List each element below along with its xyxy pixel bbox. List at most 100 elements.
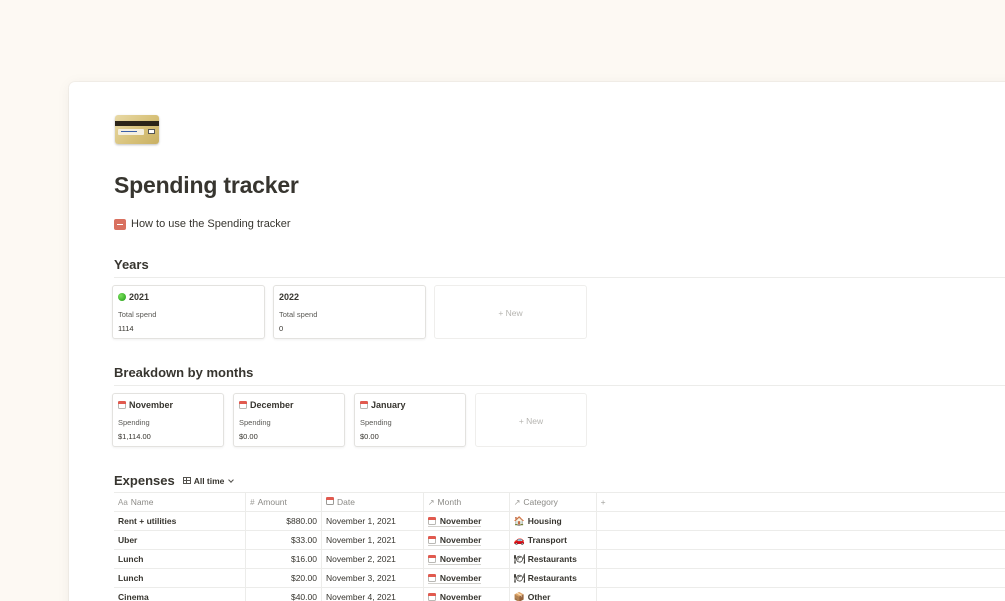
expenses-table: Aa Name # Amount Date ↗ Month ↗ Category + R… bbox=[114, 492, 1005, 601]
month-card-november[interactable]: November Spending $1,114.00 bbox=[112, 393, 224, 447]
cell-amount[interactable]: $20.00 bbox=[245, 568, 322, 588]
cell-name[interactable]: Cinema bbox=[114, 587, 247, 601]
column-label: Amount bbox=[257, 497, 287, 507]
years-new-button[interactable]: + New bbox=[434, 285, 587, 339]
cell-month[interactable]: November bbox=[423, 549, 510, 569]
cell-name[interactable]: Lunch bbox=[114, 568, 247, 588]
cell-date[interactable]: November 3, 2021 bbox=[321, 568, 424, 588]
cell-empty bbox=[596, 511, 1005, 531]
month-card-title: December bbox=[250, 400, 294, 410]
years-heading: Years bbox=[114, 257, 149, 272]
months-gallery: November Spending $1,114.00 December Spe… bbox=[112, 393, 596, 447]
month-card-january[interactable]: January Spending $0.00 bbox=[354, 393, 466, 447]
category-label: Restaurants bbox=[527, 554, 577, 564]
expenses-rows: Rent + utilities $880.00 November 1, 2021 N… bbox=[114, 511, 1005, 601]
month-card-label: Spending bbox=[118, 418, 150, 427]
cell-category[interactable]: 🚗 Transport bbox=[509, 530, 597, 550]
month-relation-link[interactable]: November bbox=[427, 516, 482, 527]
cell-date[interactable]: November 4, 2021 bbox=[321, 587, 424, 601]
months-new-button[interactable]: + New bbox=[475, 393, 587, 447]
category-icon: 🍽 bbox=[513, 553, 526, 564]
text-property-icon: Aa bbox=[118, 498, 128, 507]
expenses-heading: Expenses bbox=[114, 473, 175, 488]
year-card-label: Total spend bbox=[118, 310, 157, 319]
category-label: Transport bbox=[527, 535, 567, 545]
cell-month[interactable]: November bbox=[423, 587, 510, 601]
cell-amount[interactable]: $40.00 bbox=[245, 587, 322, 601]
cell-empty bbox=[596, 568, 1005, 588]
table-row[interactable]: Rent + utilities $880.00 November 1, 2021 N… bbox=[114, 511, 1005, 531]
new-label: + New bbox=[518, 416, 544, 426]
calendar-icon bbox=[360, 401, 368, 409]
category-relation-link[interactable]: 🍽 Restaurants bbox=[514, 554, 577, 565]
month-relation-link[interactable]: November bbox=[427, 554, 482, 565]
cell-empty bbox=[596, 587, 1005, 601]
green-circle-icon bbox=[118, 293, 126, 301]
notion-page: Spending tracker How to use the Spending… bbox=[69, 82, 1005, 601]
years-section-heading: Years bbox=[114, 257, 1005, 278]
month-card-value: $0.00 bbox=[360, 432, 379, 441]
month-relation-link[interactable]: November bbox=[427, 534, 482, 546]
column-label: Category bbox=[523, 497, 558, 507]
add-column-button[interactable]: + bbox=[596, 492, 1005, 512]
column-header-category[interactable]: ↗ Category bbox=[509, 492, 597, 512]
new-label: + New bbox=[498, 308, 523, 318]
cell-month[interactable]: November bbox=[423, 568, 510, 588]
cell-name[interactable]: Rent + utilities bbox=[114, 511, 247, 531]
category-relation-link[interactable]: 📦 Other bbox=[514, 592, 551, 601]
category-relation-link[interactable]: 🚗 Transport bbox=[514, 535, 567, 546]
page-title[interactable]: Spending tracker bbox=[114, 172, 299, 199]
cell-category[interactable]: 🏠 Housing bbox=[509, 511, 597, 531]
view-selector[interactable]: All time bbox=[182, 476, 235, 486]
table-row[interactable]: Uber $33.00 November 1, 2021 November 🚗 Trans… bbox=[114, 530, 1005, 550]
category-icon: 🚗 bbox=[513, 534, 525, 545]
cell-name[interactable]: Uber bbox=[114, 530, 247, 550]
calendar-icon bbox=[427, 573, 436, 582]
column-header-amount[interactable]: # Amount bbox=[245, 492, 322, 512]
year-card-title: 2021 bbox=[129, 292, 150, 302]
credit-card-icon[interactable] bbox=[115, 115, 159, 144]
cell-amount[interactable]: $16.00 bbox=[245, 549, 322, 569]
relation-icon: ↗ bbox=[427, 498, 435, 507]
number-property-icon: # bbox=[250, 498, 255, 507]
year-card-2021[interactable]: 2021 Total spend 1114 bbox=[112, 285, 265, 339]
column-label: Name bbox=[130, 497, 154, 507]
year-card-2022[interactable]: 2022 Total spend 0 bbox=[273, 285, 426, 339]
calendar-icon bbox=[427, 516, 436, 525]
table-row[interactable]: Lunch $20.00 November 3, 2021 November 🍽 Rest… bbox=[114, 568, 1005, 588]
category-icon: 🏠 bbox=[513, 515, 525, 526]
cell-amount[interactable]: $880.00 bbox=[245, 511, 322, 531]
cell-empty bbox=[596, 530, 1005, 550]
cell-date[interactable]: November 1, 2021 bbox=[321, 530, 424, 550]
cell-category[interactable]: 📦 Other bbox=[509, 587, 597, 601]
cell-month[interactable]: November bbox=[423, 511, 510, 531]
cell-month[interactable]: November bbox=[423, 530, 510, 550]
column-header-name[interactable]: Aa Name bbox=[114, 492, 247, 512]
calendar-icon bbox=[427, 554, 436, 563]
cell-amount[interactable]: $33.00 bbox=[245, 530, 322, 550]
month-relation-link[interactable]: November bbox=[427, 592, 481, 601]
category-relation-link[interactable]: 🍽 Restaurants bbox=[514, 573, 577, 584]
cell-category[interactable]: 🍽 Restaurants bbox=[509, 549, 597, 569]
category-label: Other bbox=[527, 592, 551, 601]
relation-icon: ↗ bbox=[513, 498, 521, 507]
category-icon: 📦 bbox=[513, 591, 525, 601]
month-card-december[interactable]: December Spending $0.00 bbox=[233, 393, 345, 447]
category-label: Restaurants bbox=[527, 573, 577, 583]
month-card-value: $1,114.00 bbox=[118, 432, 151, 441]
howto-link[interactable]: How to use the Spending tracker bbox=[114, 218, 291, 230]
month-card-value: $0.00 bbox=[239, 432, 258, 441]
table-row[interactable]: Cinema $40.00 November 4, 2021 November 📦 Oth… bbox=[114, 587, 1005, 601]
cell-date[interactable]: November 2, 2021 bbox=[321, 549, 424, 569]
category-relation-link[interactable]: 🏠 Housing bbox=[514, 516, 562, 527]
table-row[interactable]: Lunch $16.00 November 2, 2021 November 🍽 Rest… bbox=[114, 549, 1005, 569]
month-relation-link[interactable]: November bbox=[427, 573, 482, 584]
cell-category[interactable]: 🍽 Restaurants bbox=[509, 568, 597, 588]
minus-badge-icon bbox=[114, 218, 126, 230]
column-header-month[interactable]: ↗ Month bbox=[423, 492, 510, 512]
cell-name[interactable]: Lunch bbox=[114, 549, 247, 569]
calendar-icon bbox=[118, 401, 126, 409]
column-header-date[interactable]: Date bbox=[321, 492, 424, 512]
cell-date[interactable]: November 1, 2021 bbox=[321, 511, 424, 531]
month-label: November bbox=[439, 534, 482, 545]
